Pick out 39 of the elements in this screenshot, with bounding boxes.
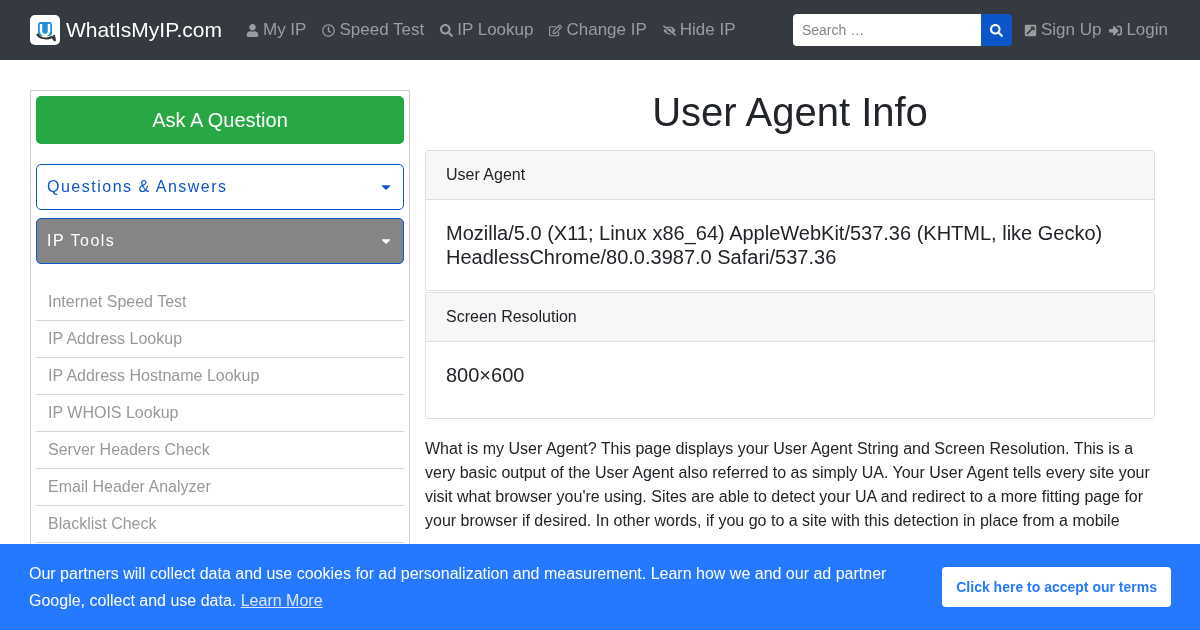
sidebar-link[interactable]: Server Headers Check — [36, 432, 404, 469]
accordion-header[interactable]: Questions & Answers — [36, 164, 404, 210]
sidebar-link[interactable]: Blacklist Check — [36, 506, 404, 543]
search-field[interactable]: Search … — [792, 14, 981, 46]
external-link-icon — [1023, 23, 1037, 37]
brand-link[interactable]: WhatIsMyIP.com — [30, 14, 222, 46]
edit-icon — [549, 23, 563, 37]
card-value: Mozilla/5.0 (X11; Linux x86_64) AppleWebKit/537.36 (KHTML, like Gecko) — [446, 221, 1104, 245]
login-icon — [1109, 23, 1123, 37]
eye-slash-icon — [662, 23, 676, 37]
nav-link[interactable]: Sign Up — [1023, 17, 1102, 43]
ask-question-button[interactable]: Ask A Question — [36, 96, 404, 144]
search-icon — [989, 23, 1003, 37]
card-header: Screen Resolution — [426, 293, 1154, 342]
clock-icon — [322, 23, 336, 37]
user-icon — [246, 23, 259, 37]
accordion-header[interactable]: IP Tools — [36, 218, 404, 264]
nav-link[interactable]: Speed Test — [322, 17, 425, 43]
nav-link[interactable]: IP Lookup — [440, 17, 534, 43]
nav-link[interactable]: My IP — [246, 17, 307, 43]
sidebar-link[interactable]: IP WHOIS Lookup — [36, 395, 404, 432]
card-value: HeadlessChrome/80.0.3987.0 Safari/537.36 — [446, 245, 838, 269]
nav-link[interactable]: Login — [1109, 17, 1168, 43]
card-value: 800×600 — [446, 363, 526, 387]
nav-link[interactable]: Change IP — [549, 17, 647, 43]
description-paragraph: What is my User Agent? This page displays your User Agent String and Screen Resolution. This is a very basic output of the User Agent also referred to as simply UA. Your User Agent tells every site your visit what browser you're using. Sites are able to detect your UA and redirect to a more fitting page for your browser if desired. In other words, if you go to a site with this detection in place from a mobile — [425, 439, 1151, 531]
cookie-message: Our partners will collect data and use cookies for ad personalization and measurement. Learn how we and our ad partner Google, collect and use data. Learn More — [29, 564, 888, 611]
sidebar-link[interactable]: Email Header Analyzer — [36, 469, 404, 506]
sidebar-link[interactable]: IP Address Hostname Lookup — [36, 358, 404, 395]
nav-link[interactable]: Hide IP — [662, 17, 736, 43]
accept-terms-button[interactable]: Click here to accept our terms — [942, 567, 1171, 607]
learn-more-link[interactable]: Learn More — [240, 592, 323, 609]
sidebar-link[interactable]: IP Address Lookup — [36, 321, 404, 358]
search-button[interactable] — [980, 14, 1012, 46]
sidebar-link[interactable]: Internet Speed Test — [36, 284, 404, 321]
search-icon — [440, 23, 454, 37]
logo-icon — [30, 15, 60, 45]
card-header: User Agent — [426, 151, 1154, 200]
page-title: User Agent Info — [651, 89, 929, 136]
